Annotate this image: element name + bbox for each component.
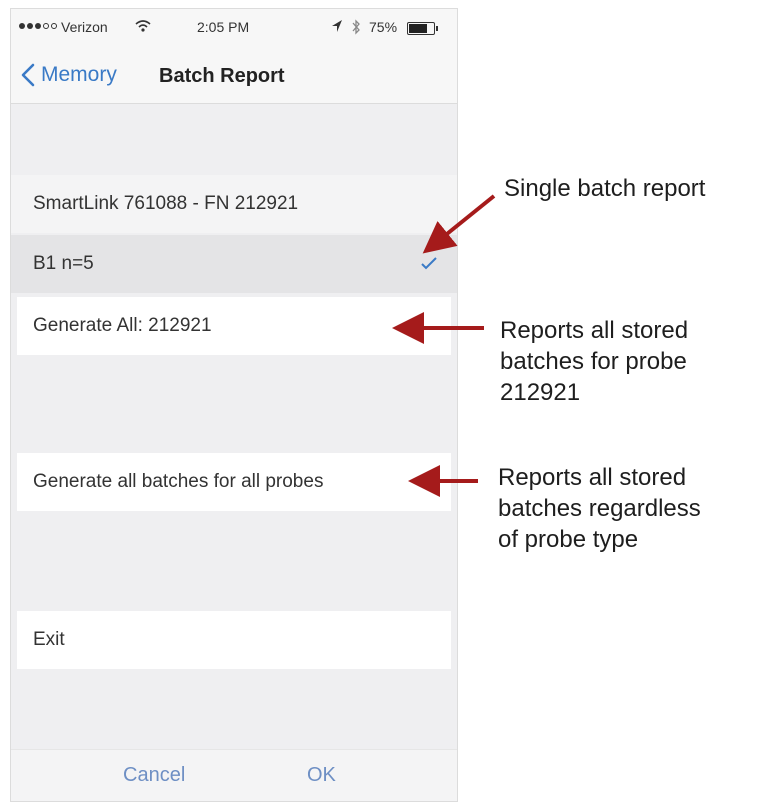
annotation-all-regardless: Reports all stored batches regardless of… <box>498 462 701 555</box>
annotation-line: Reports all stored <box>500 317 689 344</box>
annotation-line: Reports all stored <box>498 464 687 491</box>
annotation-line: batches regardless <box>498 495 701 522</box>
annotation-single-batch: Single batch report <box>504 175 706 202</box>
annotation-line: batches for probe <box>500 348 687 375</box>
annotation-all-for-probe: Reports all stored batches for probe 212… <box>500 315 688 408</box>
annotation-line: of probe type <box>498 526 639 553</box>
annotation-line: 212921 <box>500 379 581 406</box>
arrow-single-batch <box>422 194 496 254</box>
